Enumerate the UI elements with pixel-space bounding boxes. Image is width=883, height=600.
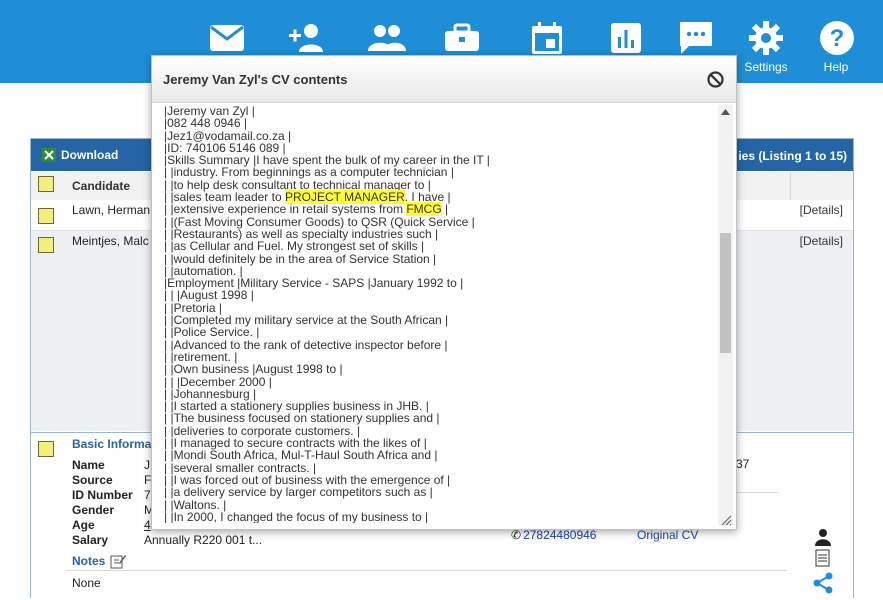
cv-line: | |Police Service. |: [164, 325, 260, 340]
users-icon[interactable]: [366, 18, 406, 58]
edit-notes-icon[interactable]: [110, 553, 127, 569]
add-user-icon[interactable]: [287, 18, 327, 58]
cv-line: | |industry. From beginnings as a comput…: [164, 165, 454, 180]
help-label[interactable]: Help: [816, 60, 856, 74]
value-id-number: 7: [144, 488, 151, 502]
select-all-checkbox[interactable]: [38, 176, 54, 192]
original-cv-link[interactable]: Original CV: [637, 528, 698, 542]
scroll-up-arrow-icon[interactable]: [721, 109, 730, 115]
row-checkbox[interactable]: [38, 441, 54, 457]
divider: [67, 570, 787, 571]
download-label: Download: [61, 148, 119, 162]
label-age: Age: [72, 518, 95, 532]
cv-line: | |Mondi South Africa, Mul-T-Haul South …: [164, 448, 438, 463]
share-icon[interactable]: [813, 572, 833, 597]
notes-label: Notes: [72, 554, 106, 568]
basic-information-title: Basic Informa: [72, 437, 152, 451]
dialog-header: Jeremy Van Zyl's CV contents: [152, 56, 736, 103]
phone-link[interactable]: ✆ 27824480946: [511, 528, 596, 542]
cv-line: | |would definitely be in the area of Se…: [164, 251, 437, 266]
row-checkbox[interactable]: [38, 237, 54, 253]
candidate-name[interactable]: Lawn, Herman: [72, 203, 150, 217]
cv-line: | |Advanced to the rank of detective ins…: [164, 337, 448, 352]
column-divider: [790, 172, 791, 200]
phone-number[interactable]: 27824480946: [523, 528, 596, 542]
cv-line: | |Own business |August 1998 to |: [164, 362, 343, 377]
cv-line: | |as Cellular and Fuel. My strongest se…: [164, 239, 425, 254]
spreadsheet-icon: [42, 148, 56, 162]
label-name: Name: [72, 458, 105, 472]
label-source: Source: [72, 473, 113, 487]
candidate-name[interactable]: Meintjes, Malc: [72, 234, 149, 248]
phone-icon: ✆: [511, 528, 522, 542]
chat-icon[interactable]: [676, 18, 716, 58]
settings-gear-icon[interactable]: [746, 18, 786, 58]
value-name: J: [144, 458, 150, 472]
svg-text:?: ?: [830, 25, 845, 52]
cv-line: | | |December 2000 |: [164, 374, 272, 389]
cv-line: |082 448 0946 |: [164, 116, 247, 131]
cv-line: | | |August 1998 |: [164, 288, 254, 303]
close-icon[interactable]: [707, 71, 724, 91]
cv-line: | |Waltons. |: [164, 497, 227, 512]
dialog-title: Jeremy Van Zyl's CV contents: [163, 72, 348, 87]
label-salary: Salary: [72, 533, 109, 547]
briefcase-icon[interactable]: [442, 18, 482, 58]
row-checkbox[interactable]: [38, 208, 54, 224]
notes-heading: Notes: [72, 553, 127, 569]
right-info-number: 37: [736, 457, 750, 471]
cv-line: | |a delivery service by larger competit…: [164, 485, 433, 500]
calendar-icon[interactable]: [527, 18, 567, 58]
vertical-scrollbar[interactable]: [718, 105, 733, 525]
mail-icon[interactable]: [207, 18, 247, 58]
label-id-number: ID Number: [72, 488, 133, 502]
person-icon[interactable]: [814, 528, 832, 549]
details-link[interactable]: [Details]: [800, 203, 843, 217]
document-icon[interactable]: [815, 549, 830, 570]
chart-icon[interactable]: [606, 18, 646, 58]
resize-handle-icon[interactable]: [720, 514, 732, 526]
notes-value: None: [72, 576, 101, 590]
listing-count: ies (Listing 1 to 15): [738, 149, 847, 163]
value-age[interactable]: 4: [144, 518, 151, 532]
help-icon[interactable]: ?: [817, 18, 857, 58]
settings-label[interactable]: Settings: [738, 60, 794, 74]
cv-line: | |In 2000, I changed the focus of my bu…: [164, 509, 429, 523]
label-gender: Gender: [72, 503, 115, 517]
cv-text-area[interactable]: |Jeremy van Zyl | |082 448 0946 | |Jez1@…: [164, 105, 716, 523]
cv-line-highlight: | |extensive experience in retail system…: [164, 202, 716, 217]
details-link[interactable]: [Details]: [800, 234, 843, 248]
cv-contents-dialog: Jeremy Van Zyl's CV contents |Jeremy van…: [151, 55, 737, 530]
column-candidate[interactable]: Candidate: [72, 179, 130, 193]
download-button[interactable]: Download: [41, 147, 118, 163]
cv-line: | |The business focused on stationery su…: [164, 411, 440, 426]
value-salary: Annually R220 001 t...: [144, 533, 263, 547]
scrollbar-thumb[interactable]: [720, 233, 731, 353]
